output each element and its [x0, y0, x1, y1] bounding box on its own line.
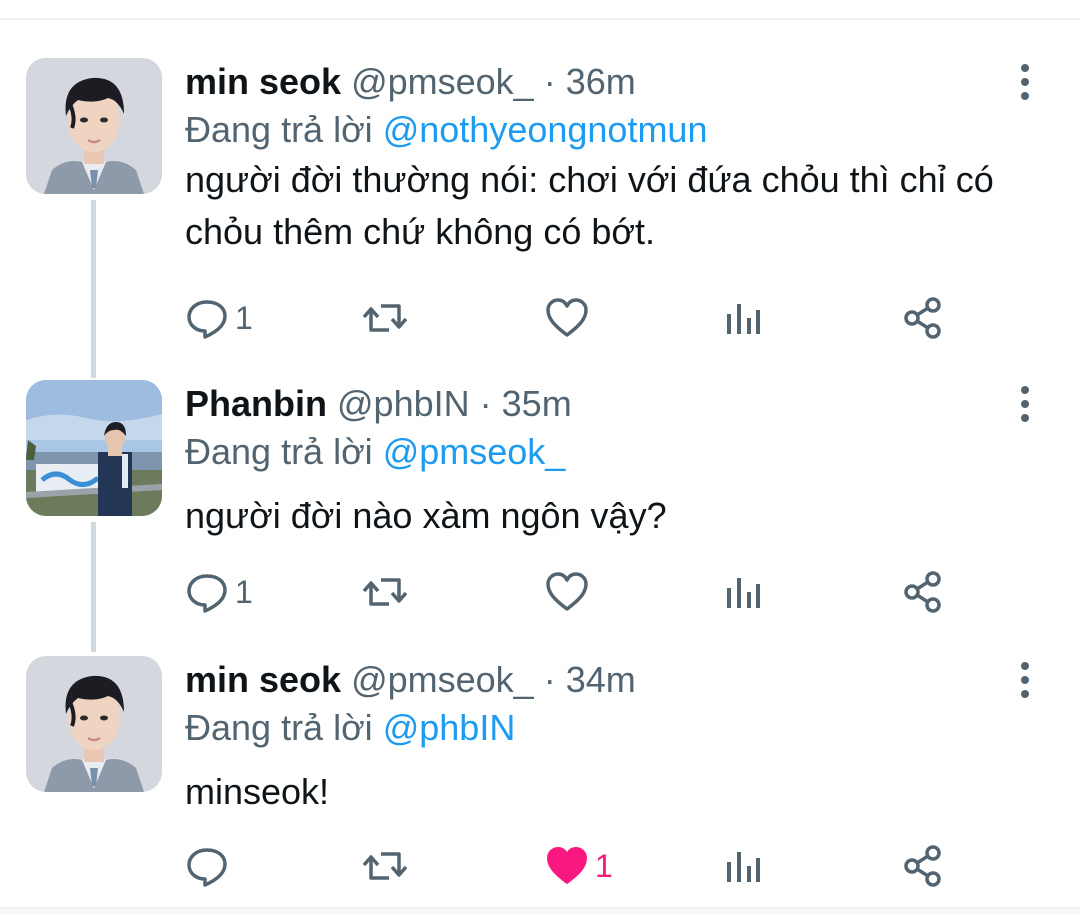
share-button[interactable] — [901, 290, 945, 346]
retweet-button[interactable] — [361, 838, 409, 894]
retweet-button[interactable] — [361, 564, 409, 620]
speech-bubble-icon — [187, 848, 227, 887]
retweet-arrows-icon — [362, 852, 408, 880]
replying-prefix: Đang trả lời — [185, 707, 373, 748]
like-count: 1 — [595, 847, 613, 884]
analytics-button[interactable] — [723, 564, 763, 620]
replying-prefix: Đang trả lời — [185, 109, 373, 150]
user-handle[interactable]: @pmseok_ — [351, 61, 534, 102]
tweet-header: Phanbin @phbIN · 35m — [185, 380, 572, 428]
top-divider — [0, 0, 1080, 20]
timestamp[interactable]: 34m — [566, 659, 636, 700]
tweet-header: min seok @pmseok_ · 34m — [185, 656, 636, 704]
replying-prefix: Đang trả lời — [185, 431, 373, 472]
tweet-text: người đời nào xàm ngôn vậy? — [185, 495, 667, 536]
tweet[interactable]: min seok @pmseok_ · 34m Đang trả lời @ph… — [0, 656, 1080, 906]
display-name[interactable]: min seok — [185, 61, 341, 102]
like-button[interactable] — [545, 564, 589, 620]
like-button[interactable] — [545, 290, 589, 346]
tweet[interactable]: min seok @pmseok_ · 36m Đang trả lời @no… — [0, 58, 1080, 348]
retweet-arrows-icon — [362, 578, 408, 606]
separator-dot: · — [543, 61, 556, 102]
user-handle[interactable]: @phbIN — [337, 383, 470, 424]
action-bar: 1 — [185, 838, 965, 894]
heart-filled-icon — [547, 847, 587, 884]
bar-chart-icon — [727, 578, 760, 608]
display-name[interactable]: min seok — [185, 659, 341, 700]
vertical-dots-icon — [1021, 64, 1029, 100]
reply-button[interactable] — [185, 838, 235, 894]
mention-link[interactable]: @pmseok_ — [383, 431, 566, 472]
tweet-header: min seok @pmseok_ · 36m — [185, 58, 636, 106]
action-bar: 1 — [185, 564, 965, 620]
share-button[interactable] — [901, 838, 945, 894]
timestamp[interactable]: 35m — [502, 383, 572, 424]
avatar[interactable] — [26, 58, 162, 194]
avatar[interactable] — [26, 380, 162, 516]
analytics-button[interactable] — [723, 838, 763, 894]
retweet-button[interactable] — [361, 290, 409, 346]
tweet-text: người đời thường nói: chơi với đứa chỏu … — [185, 159, 994, 252]
reply-count: 1 — [235, 573, 253, 610]
replying-to: Đang trả lời @pmseok_ — [185, 428, 565, 476]
timestamp[interactable]: 36m — [566, 61, 636, 102]
reply-button[interactable]: 1 — [185, 290, 253, 346]
vertical-dots-icon — [1021, 386, 1029, 422]
separator-dot: · — [543, 659, 556, 700]
more-options-button[interactable] — [1003, 60, 1047, 104]
share-button[interactable] — [901, 564, 945, 620]
bottom-divider — [0, 907, 1080, 915]
replying-to: Đang trả lời @phbIN — [185, 704, 515, 752]
separator-dot: · — [479, 383, 492, 424]
vertical-dots-icon — [1021, 662, 1029, 698]
tweet-text: minseok! — [185, 771, 330, 812]
mention-link[interactable]: @nothyeongnotmun — [383, 109, 708, 150]
reply-count: 1 — [235, 299, 253, 336]
share-nodes-icon — [904, 571, 941, 613]
more-options-button[interactable] — [1003, 658, 1047, 702]
heart-icon — [546, 572, 588, 611]
like-button[interactable]: 1 — [545, 838, 613, 894]
speech-bubble-icon — [187, 300, 227, 339]
bar-chart-icon — [727, 304, 760, 334]
share-nodes-icon — [904, 297, 941, 339]
display-name[interactable]: Phanbin — [185, 383, 327, 424]
more-options-button[interactable] — [1003, 382, 1047, 426]
analytics-button[interactable] — [723, 290, 763, 346]
mention-link[interactable]: @phbIN — [383, 707, 516, 748]
reply-button[interactable]: 1 — [185, 564, 253, 620]
avatar[interactable] — [26, 656, 162, 792]
bar-chart-icon — [727, 852, 760, 882]
retweet-arrows-icon — [362, 304, 408, 332]
share-nodes-icon — [904, 845, 941, 887]
action-bar: 1 — [185, 290, 965, 346]
tweet[interactable]: Phanbin @phbIN · 35m Đang trả lời @pmseo… — [0, 380, 1080, 630]
replying-to: Đang trả lời @nothyeongnotmun — [185, 106, 707, 154]
user-handle[interactable]: @pmseok_ — [351, 659, 534, 700]
speech-bubble-icon — [187, 574, 227, 613]
heart-icon — [546, 298, 588, 337]
